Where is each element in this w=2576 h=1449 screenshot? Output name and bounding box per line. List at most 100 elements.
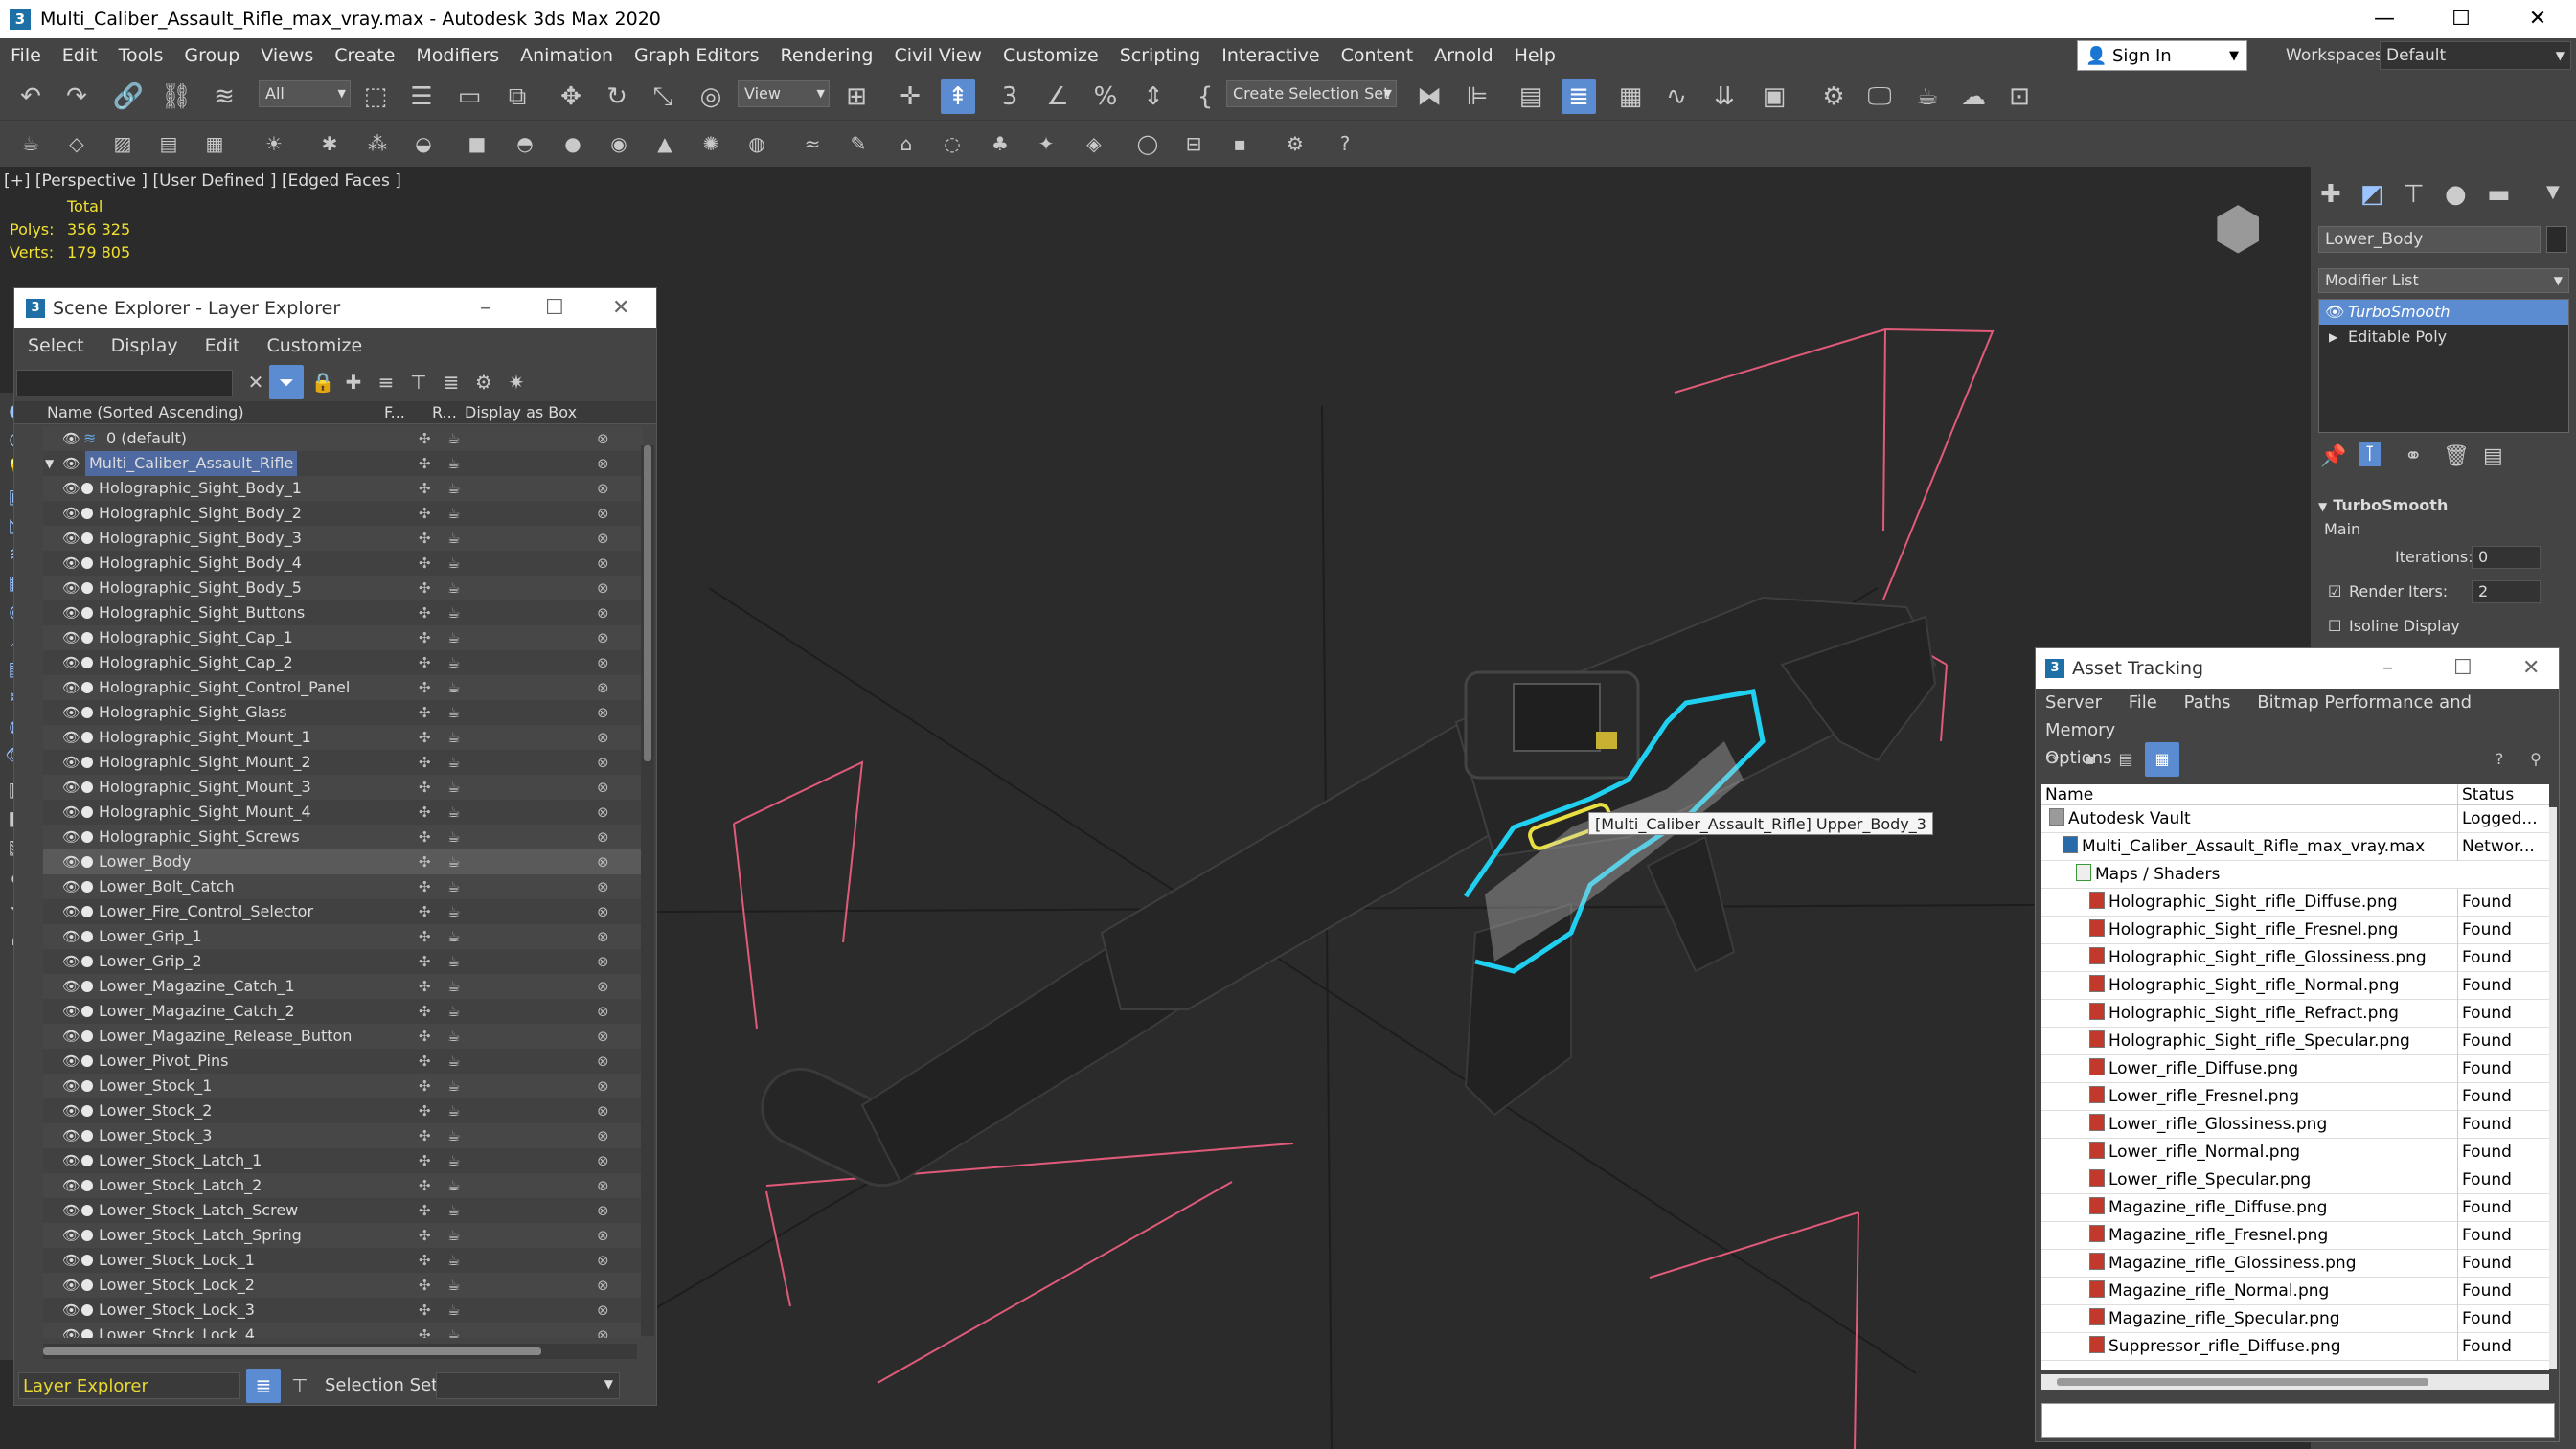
freeze-toggle-icon[interactable]: ✣ — [419, 899, 431, 924]
scene-explorer-titlebar[interactable]: 3 Scene Explorer - Layer Explorer – ☐ ✕ — [14, 288, 656, 328]
move-icon[interactable]: ✥ — [554, 79, 588, 114]
object-row[interactable]: 👁 Lower_Grip_1 ✣ ☕ ⊗ — [43, 924, 643, 949]
spinner-snap-icon[interactable]: ⇕ — [1136, 79, 1171, 114]
remove-modifier-icon[interactable]: 🗑 — [2443, 444, 2470, 468]
freeze-toggle-icon[interactable]: ✣ — [419, 526, 431, 551]
object-row[interactable]: 👁 Holographic_Sight_Body_5 ✣ ☕ ⊗ — [43, 576, 643, 600]
hierarchy-icon[interactable]: ⊤ — [283, 1369, 317, 1403]
add-to-layer-icon[interactable]: ≡ — [369, 365, 403, 399]
display-box-icon[interactable]: ⊗ — [597, 1198, 609, 1223]
object-row[interactable]: 👁 Holographic_Sight_Cap_2 ✣ ☕ ⊗ — [43, 650, 643, 675]
eye-icon[interactable]: 👁 — [62, 725, 80, 750]
scrollbar-thumb[interactable] — [2057, 1378, 2428, 1386]
object-row[interactable]: 👁 Lower_Stock_Lock_2 ✣ ☕ ⊗ — [43, 1273, 643, 1298]
render-iters-checkbox[interactable]: ☑ — [2328, 575, 2341, 609]
freeze-toggle-icon[interactable]: ✣ — [419, 849, 431, 874]
grid-icon[interactable]: ▦ — [197, 126, 232, 161]
freeze-toggle-icon[interactable]: ✣ — [419, 1049, 431, 1074]
settings-icon[interactable]: ⚙ — [1278, 126, 1312, 161]
display-box-icon[interactable]: ⊗ — [597, 1273, 609, 1298]
at-menu-server[interactable]: Server — [2045, 692, 2102, 713]
layer-row[interactable]: 👁 ≋ 0 (default) ✣ ☕ ⊗ — [43, 426, 643, 451]
freeze-toggle-icon[interactable]: ✣ — [419, 924, 431, 949]
render-teapot-icon[interactable]: ☕ — [447, 1248, 460, 1273]
eye-icon[interactable]: 👁 — [62, 849, 80, 874]
se-menu-customize[interactable]: Customize — [253, 335, 376, 356]
display-box-icon[interactable]: ⊗ — [597, 476, 609, 501]
display-box-icon[interactable]: ⊗ — [597, 800, 609, 825]
object-row[interactable]: 👁 Lower_Magazine_Release_Button ✣ ☕ ⊗ — [43, 1024, 643, 1049]
menu-file[interactable]: File — [0, 45, 52, 66]
asset-row[interactable]: Lower_rifle_Glossiness.png Found — [2041, 1111, 2549, 1139]
align-icon[interactable]: ⊫ — [1460, 79, 1494, 114]
eye-icon[interactable]: 👁 — [62, 1198, 80, 1223]
spray-icon[interactable]: ✱ — [312, 126, 347, 161]
light-icon[interactable]: ☀ — [257, 126, 291, 161]
render-teapot-icon[interactable]: ☕ — [447, 1323, 460, 1338]
select-object-icon[interactable]: ⬚ — [358, 79, 393, 114]
eye-icon[interactable]: 👁 — [62, 1273, 80, 1298]
asset-row[interactable]: Autodesk Vault Logged... — [2041, 805, 2549, 833]
toggle-ribbon-icon[interactable]: ▦ — [1613, 79, 1648, 114]
asset-row[interactable]: Lower_rifle_Normal.png Found — [2041, 1139, 2549, 1166]
viewcube-icon[interactable]: ⬢ — [2213, 195, 2263, 262]
maximize-button[interactable]: ☐ — [545, 288, 564, 328]
eye-icon[interactable]: 👁 — [2325, 300, 2344, 325]
render-teapot-icon[interactable]: ☕ — [447, 999, 460, 1024]
cone-icon[interactable]: ▲ — [648, 126, 682, 161]
display-box-icon[interactable]: ⊗ — [597, 501, 609, 526]
eye-icon[interactable]: 👁 — [62, 1098, 80, 1123]
at-menu-file[interactable]: File — [2129, 692, 2157, 713]
at-menu-bitmap[interactable]: Bitmap Performance and Memory — [2045, 692, 2472, 740]
render-teapot-icon[interactable]: ☕ — [447, 750, 460, 775]
eye-icon[interactable]: 👁 — [62, 426, 80, 451]
vertical-scrollbar[interactable] — [641, 445, 654, 1336]
proxy-icon[interactable]: ⌂ — [889, 126, 923, 161]
help-icon[interactable]: ? — [2482, 742, 2517, 777]
object-row[interactable]: 👁 Lower_Stock_Latch_Spring ✣ ☕ ⊗ — [43, 1223, 643, 1248]
eye-icon[interactable]: 👁 — [62, 1024, 80, 1049]
render-teapot-icon[interactable]: ☕ — [447, 874, 460, 899]
freeze-toggle-icon[interactable]: ✣ — [419, 1223, 431, 1248]
display-box-icon[interactable]: ⊗ — [597, 576, 609, 600]
filter-icon[interactable]: ⏷ — [269, 365, 304, 399]
render-teapot-icon[interactable]: ☕ — [447, 501, 460, 526]
asset-row[interactable]: Holographic_Sight_rifle_Refract.png Found — [2041, 1000, 2549, 1028]
ball-icon[interactable]: ◍ — [740, 126, 774, 161]
asset-row[interactable]: Suppressor_rifle_Diffuse.png Found — [2041, 1333, 2549, 1361]
reference-coordinate-dropdown[interactable]: View ▼ — [738, 80, 830, 107]
freeze-toggle-icon[interactable]: ✣ — [419, 451, 431, 476]
display-box-icon[interactable]: ⊗ — [597, 750, 609, 775]
column-name[interactable]: Name (Sorted Ascending) — [47, 401, 244, 424]
menu-graph-editors[interactable]: Graph Editors — [624, 45, 769, 66]
expand-arrow-icon[interactable]: ▼ — [45, 451, 54, 476]
display-box-icon[interactable]: ⊗ — [597, 1148, 609, 1173]
layer-explorer-icon[interactable]: ≣ — [246, 1369, 281, 1403]
material-editor-icon[interactable]: ▣ — [1757, 79, 1791, 114]
freeze-toggle-icon[interactable]: ✣ — [419, 501, 431, 526]
object-row[interactable]: 👁 Holographic_Sight_Mount_3 ✣ ☕ ⊗ — [43, 775, 643, 800]
render-teapot-icon[interactable]: ☕ — [447, 1123, 460, 1148]
eye-icon[interactable]: 👁 — [62, 1074, 80, 1098]
display-box-icon[interactable]: ⊗ — [597, 974, 609, 999]
asset-row[interactable]: Maps / Shaders — [2041, 861, 2549, 889]
asset-row[interactable]: Magazine_rifle_Normal.png Found — [2041, 1278, 2549, 1305]
display-box-icon[interactable]: ⊗ — [597, 1049, 609, 1074]
bind-space-warp-icon[interactable]: ≋ — [207, 79, 241, 114]
modify-tab-icon[interactable]: ◩ — [2360, 180, 2384, 209]
torus-icon[interactable]: ◉ — [602, 126, 636, 161]
table-view-icon[interactable]: ▦ — [2145, 742, 2179, 777]
object-color-swatch[interactable] — [2546, 226, 2567, 253]
freeze-toggle-icon[interactable]: ✣ — [419, 1148, 431, 1173]
display-box-icon[interactable]: ⊗ — [597, 600, 609, 625]
angle-snap-icon[interactable]: ∠ — [1040, 79, 1075, 114]
display-box-icon[interactable]: ⊗ — [597, 426, 609, 451]
asset-tracking-titlebar[interactable]: 3 Asset Tracking – ☐ ✕ — [2036, 648, 2559, 689]
object-row[interactable]: 👁 Holographic_Sight_Cap_1 ✣ ☕ ⊗ — [43, 625, 643, 650]
render-teapot-icon[interactable]: ☕ — [447, 1198, 460, 1223]
horizontal-scrollbar[interactable] — [43, 1344, 637, 1359]
at-menu-paths[interactable]: Paths — [2184, 692, 2231, 713]
yellow-box-icon[interactable]: ■ — [460, 126, 494, 161]
menu-tools[interactable]: Tools — [108, 45, 174, 66]
stack-icon[interactable]: ▤ — [151, 126, 186, 161]
